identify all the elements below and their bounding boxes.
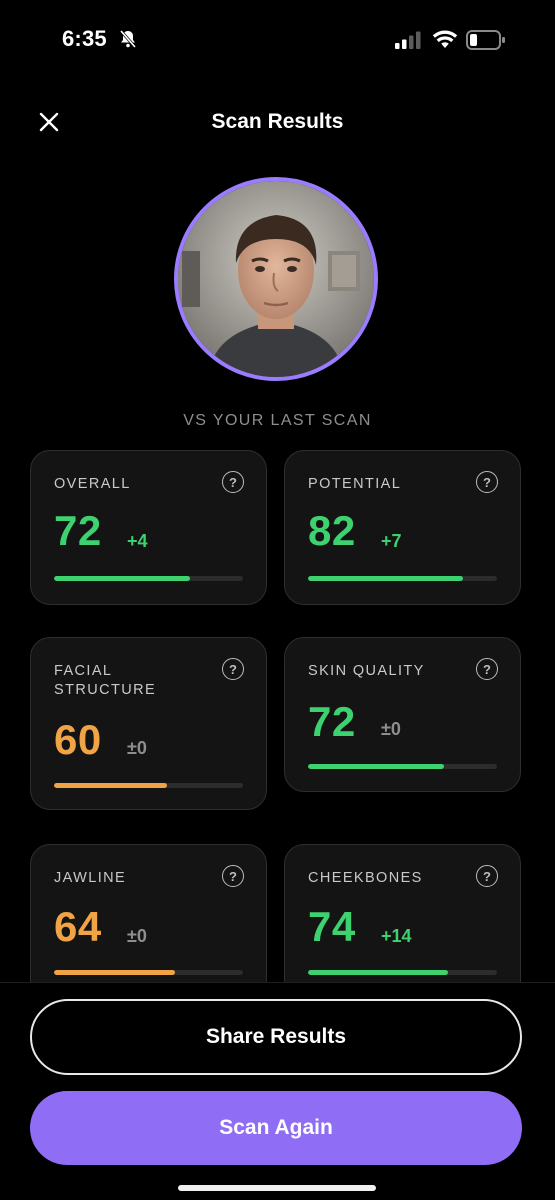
metric-label: JAWLINE [54,870,127,886]
metric-card-overall[interactable]: OVERALL ? 72 +4 [30,450,267,605]
help-icon[interactable]: ? [222,471,244,493]
scan-again-button[interactable]: Scan Again [30,1091,522,1165]
metric-score: 82 [308,507,356,554]
progress-track [308,970,497,975]
battery-icon [466,30,505,50]
metric-card-facial-structure[interactable]: FACIAL STRUCTURE ? 60 ±0 [30,637,267,810]
metric-label: FACIAL STRUCTURE [54,663,157,698]
progress-fill [308,970,448,975]
progress-fill [54,970,175,975]
comparison-label: VS YOUR LAST SCAN [183,412,372,429]
metric-card-potential[interactable]: POTENTIAL ? 82 +7 [284,450,521,605]
signal-icon [395,31,421,49]
avatar [174,177,378,381]
home-indicator[interactable] [178,1185,376,1191]
progress-track [54,783,243,788]
progress-fill [54,783,168,788]
metric-delta: +4 [127,531,148,551]
progress-fill [308,576,463,581]
status-bar: 6:35 [0,0,555,80]
metric-delta: ±0 [127,926,147,946]
bell-slash-icon [119,30,137,48]
progress-track [308,764,497,769]
help-icon[interactable]: ? [222,865,244,887]
metric-score: 72 [54,507,102,554]
metric-delta: +14 [381,926,412,946]
progress-track [54,576,243,581]
metric-score: 74 [308,903,356,950]
help-icon[interactable]: ? [476,658,498,680]
metric-card-jawline[interactable]: JAWLINE ? 64 ±0 [30,844,267,1004]
progress-fill [54,576,191,581]
metric-card-cheekbones[interactable]: CHEEKBONES ? 74 +14 [284,844,521,1004]
progress-fill [308,764,445,769]
metric-delta: ±0 [127,738,147,758]
help-icon[interactable]: ? [476,471,498,493]
progress-track [54,970,243,975]
share-results-button[interactable]: Share Results [30,999,522,1075]
metric-label: SKIN QUALITY [308,663,425,679]
metric-label: CHEEKBONES [308,870,423,886]
metric-delta: ±0 [381,719,401,739]
help-icon[interactable]: ? [222,658,244,680]
metric-label: POTENTIAL [308,476,402,492]
metric-score: 64 [54,903,102,950]
page-title: Scan Results [211,110,344,133]
metric-card-skin-quality[interactable]: SKIN QUALITY ? 72 ±0 [284,637,521,792]
avatar-photo [178,181,374,377]
metric-label: OVERALL [54,476,131,492]
metric-delta: +7 [381,531,402,551]
help-icon[interactable]: ? [476,865,498,887]
progress-track [308,576,497,581]
metric-score: 72 [308,698,356,745]
wifi-icon [432,30,458,48]
metric-score: 60 [54,716,102,763]
status-time: 6:35 [62,26,107,51]
